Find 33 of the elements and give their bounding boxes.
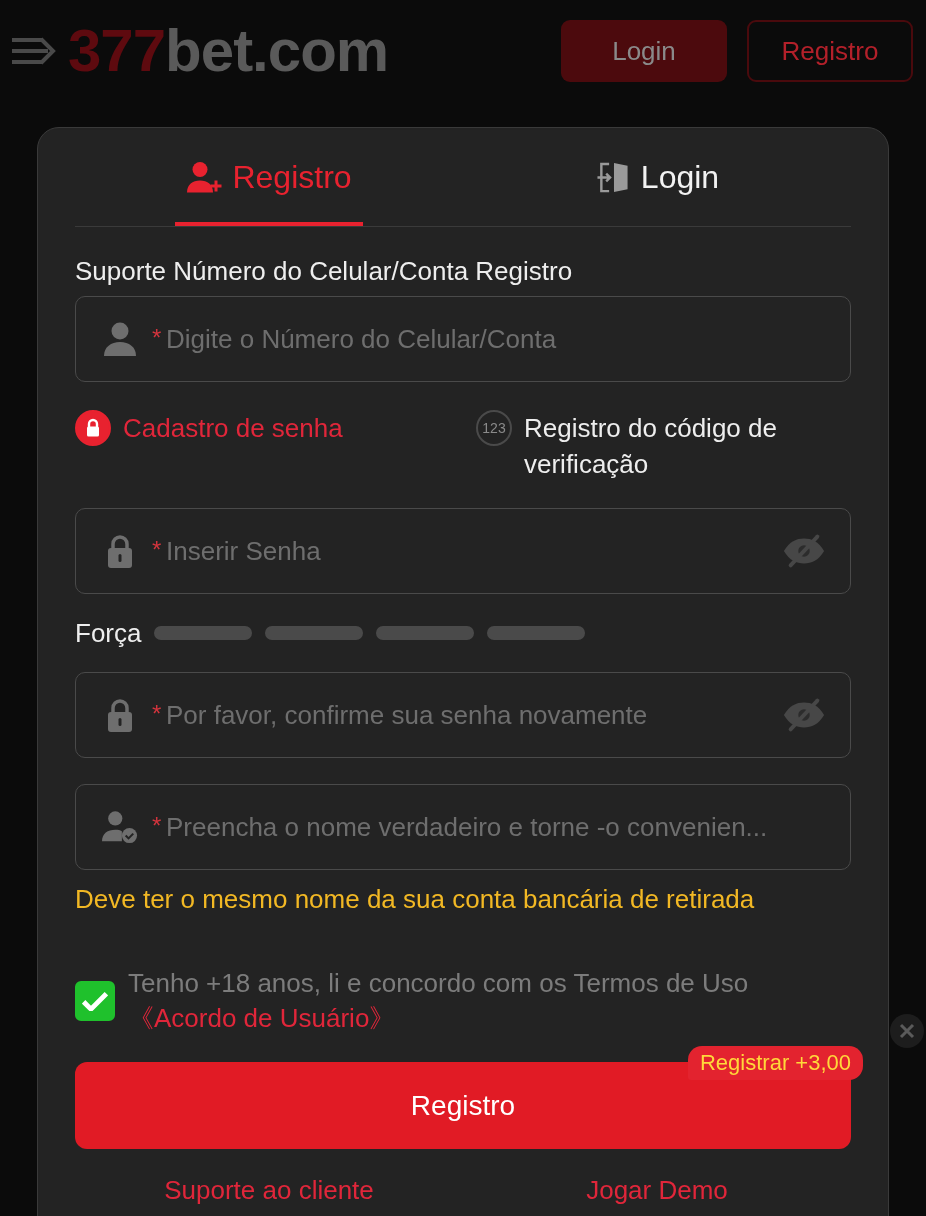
site-logo[interactable]: 377bet.com: [68, 21, 389, 81]
strength-label: Força: [75, 618, 142, 648]
lock-icon: [105, 533, 135, 569]
login-tab[interactable]: Login: [583, 128, 731, 226]
required-mark: *: [152, 324, 162, 352]
name-hint: Deve ter o mesmo nome da sua conta bancária de retirada: [75, 884, 756, 914]
footer-link[interactable]: Jogar Demo: [586, 1175, 728, 1205]
bonus-tag: Registrar +3,00: [687, 1046, 863, 1080]
required-mark: *: [152, 700, 162, 728]
lock-icon: [105, 697, 135, 733]
agree-checkbox[interactable]: [75, 981, 115, 1021]
digits-icon: 123: [476, 410, 512, 446]
eye-slash-icon[interactable]: [782, 533, 826, 569]
required-mark: *: [152, 812, 162, 840]
user-plus-icon: [186, 160, 223, 194]
agreement-text: Tenho +18 anos, li e concordo com os Termos de Uso 《Acordo de Usuário》: [128, 967, 750, 1035]
person-icon: [102, 321, 138, 357]
account-label: Suporte Número do Celular/Conta Registro: [75, 256, 574, 286]
eye-slash-icon[interactable]: [782, 697, 826, 733]
code-option[interactable]: 123 Registro do código de verificação: [476, 410, 851, 482]
required-mark: *: [152, 536, 162, 564]
footer-link[interactable]: Suporte ao cliente: [164, 1175, 374, 1205]
person-check-icon: [102, 809, 138, 845]
close-icon[interactable]: [890, 1014, 924, 1048]
user-agreement-link[interactable]: 《Acordo de Usuário》: [128, 1003, 396, 1033]
password-option[interactable]: Cadastro de senha: [75, 410, 476, 482]
lock-icon: [75, 410, 111, 446]
header-register-button[interactable]: Registro: [747, 20, 913, 82]
door-arrow-icon: [594, 160, 631, 194]
header-login-button[interactable]: Login: [561, 20, 727, 82]
checkmark-icon: [82, 991, 108, 1011]
register-tab[interactable]: Registro: [175, 128, 363, 226]
menu-icon[interactable]: [12, 37, 56, 65]
